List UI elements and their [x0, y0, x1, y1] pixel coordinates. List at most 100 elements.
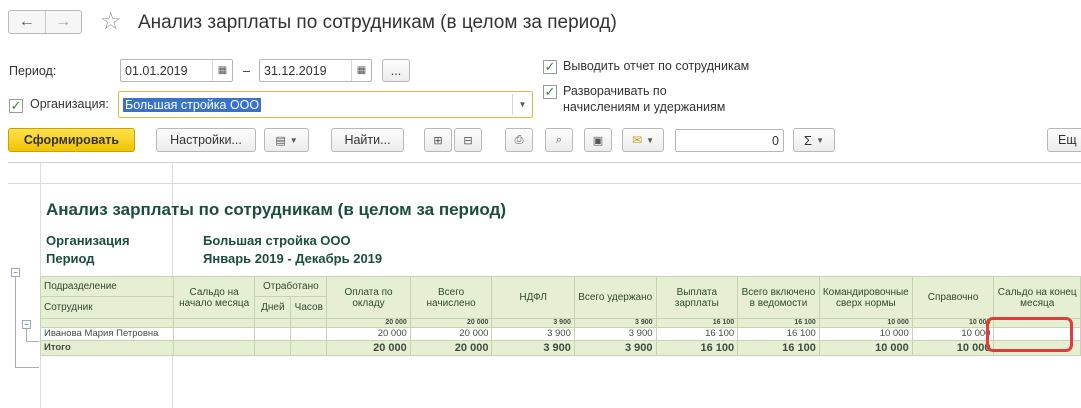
total-label: Итого [40, 340, 174, 356]
report-period-value: Январь 2019 - Декабрь 2019 [203, 251, 383, 266]
group-cell: 10 000 [911, 318, 995, 328]
report-period-label: Период [46, 251, 95, 266]
period-from-input[interactable]: 01.01.2019 ▦ [120, 59, 233, 82]
org-input[interactable]: Большая стройка ООО ▼ [118, 91, 533, 118]
collapse-groups-button[interactable]: ⊟ [454, 128, 482, 152]
sum-field[interactable]: 0 [675, 129, 784, 152]
group-cell: 16 100 [737, 318, 820, 328]
group-cell: 20 000 [409, 318, 493, 328]
table-cell: 3 900 [573, 327, 657, 341]
settings-button[interactable]: Настройки... [156, 128, 256, 152]
expand-groups-icon: ⊞ [433, 134, 443, 147]
sum-mode-button[interactable]: Σ ▼ [793, 128, 835, 152]
table-cell: 10 000 [911, 327, 995, 341]
collapse-icon[interactable]: − [22, 320, 31, 329]
header-opening-balance: Сальдо на начало месяца [172, 276, 256, 319]
window-title: Анализ зарплаты по сотрудникам (в целом … [138, 12, 617, 33]
header-ndfl: НДФЛ [491, 276, 575, 319]
tree-line [15, 276, 16, 368]
generate-button[interactable]: Сформировать [8, 128, 135, 152]
send-email-button[interactable]: ✉ ▼ [622, 128, 664, 152]
table-cell: 16 100 [737, 327, 820, 341]
sum-value: 0 [772, 133, 779, 148]
expand-checkbox[interactable]: ✓ [543, 83, 557, 101]
header-salary: Оплата по окладу [326, 276, 411, 319]
checkmark-icon: ✓ [543, 59, 557, 74]
print-button[interactable]: ⎙ [505, 128, 533, 152]
header-worked: Отработано [254, 276, 328, 297]
table-cell: 3 900 [491, 327, 575, 341]
header-withheld: Всего удержано [573, 276, 657, 319]
group-cell: 16 100 [655, 318, 739, 328]
group-cell: 20 000 [326, 318, 411, 328]
floppy-disk-icon: ▣ [592, 134, 604, 147]
period-dash: – [243, 64, 250, 78]
by-employee-checkbox[interactable]: ✓ [543, 58, 557, 76]
table-cell: 16 100 [655, 327, 739, 341]
back-button[interactable]: ← [9, 11, 45, 33]
nav-buttons: ← → [8, 10, 82, 34]
chevron-down-icon: ▼ [646, 135, 654, 145]
header-in-statements: Всего включено в ведомости [737, 276, 820, 319]
preview-button[interactable]: ⌕ [545, 128, 573, 152]
total-cell: 20 000 [326, 340, 411, 356]
total-cell: 3 900 [491, 340, 575, 356]
header-days: Дней [254, 296, 292, 319]
expand-groups-button[interactable]: ⊞ [424, 128, 452, 152]
calendar-icon[interactable]: ▦ [351, 60, 371, 81]
report-table: Подразделение Сальдо на начало месяца От… [40, 276, 1081, 356]
by-employee-label: Выводить отчет по сотрудникам [563, 59, 750, 73]
total-cell: 20 000 [409, 340, 493, 356]
period-select-button[interactable]: ... [382, 59, 410, 82]
find-button[interactable]: Найти... [331, 128, 404, 152]
report-divider [8, 183, 1081, 184]
sigma-icon: Σ [804, 132, 813, 148]
checkmark-icon: ✓ [9, 98, 23, 113]
header-accrued: Всего начислено [409, 276, 493, 319]
chevron-down-icon: ▼ [289, 135, 298, 145]
printer-icon: ⎙ [514, 133, 524, 146]
highlight-annotation [986, 317, 1073, 352]
period-to-value: 31.12.2019 [264, 63, 327, 78]
period-from-value: 01.01.2019 [125, 63, 188, 78]
total-cell: 3 900 [573, 340, 657, 356]
table-cell: 20 000 [409, 327, 493, 341]
save-button[interactable]: ▣ [584, 128, 612, 152]
collapse-groups-icon: ⊟ [463, 134, 473, 147]
table-row: Иванова Мария Петровна 20 000 20 000 3 9… [40, 327, 1081, 341]
period-label: Период: [9, 64, 57, 78]
forward-button[interactable]: → [44, 11, 82, 33]
envelope-icon: ✉ [632, 133, 643, 147]
calendar-icon[interactable]: ▦ [212, 60, 232, 81]
favorite-star-icon[interactable]: ☆ [100, 8, 122, 36]
employee-name: Иванова Мария Петровна [40, 327, 174, 341]
total-cell: 10 000 [911, 340, 995, 356]
report-title: Анализ зарплаты по сотрудникам (в целом … [46, 200, 507, 219]
table-cell: 10 000 [818, 327, 913, 341]
collapse-icon[interactable]: − [11, 268, 20, 277]
group-cell: 3 900 [491, 318, 575, 328]
group-cell: 3 900 [573, 318, 657, 328]
chevron-down-icon: ▼ [816, 135, 824, 145]
header-employee: Сотрудник [40, 296, 174, 319]
group-cell: 10 000 [818, 318, 913, 328]
variants-button[interactable]: ▤ ▼ [264, 128, 309, 152]
tree-line [26, 328, 27, 342]
expand-label-line1: Разворачивать по [563, 84, 667, 98]
org-checkbox[interactable]: ✓ [9, 97, 23, 115]
expand-label-line2: начислениям и удержаниям [563, 100, 726, 114]
group-row: 20 000 20 000 3 900 3 900 16 100 16 100 … [40, 318, 1081, 328]
table-cell: 20 000 [326, 327, 411, 341]
total-cell: 16 100 [655, 340, 739, 356]
header-closing-balance: Сальдо на конец месяца [993, 276, 1081, 319]
total-cell: 10 000 [818, 340, 913, 356]
report-org-label: Организация [46, 233, 130, 248]
org-value: Большая стройка ООО [123, 97, 262, 112]
header-payout: Выплата зарплаты [655, 276, 739, 319]
period-to-input[interactable]: 31.12.2019 ▦ [259, 59, 372, 82]
report-org-value: Большая стройка ООО [203, 233, 351, 248]
more-button[interactable]: Ещ [1047, 128, 1081, 152]
dropdown-arrow-icon[interactable]: ▼ [512, 94, 532, 115]
header-reference: Справочно [911, 276, 995, 319]
org-label: Организация: [30, 97, 109, 111]
